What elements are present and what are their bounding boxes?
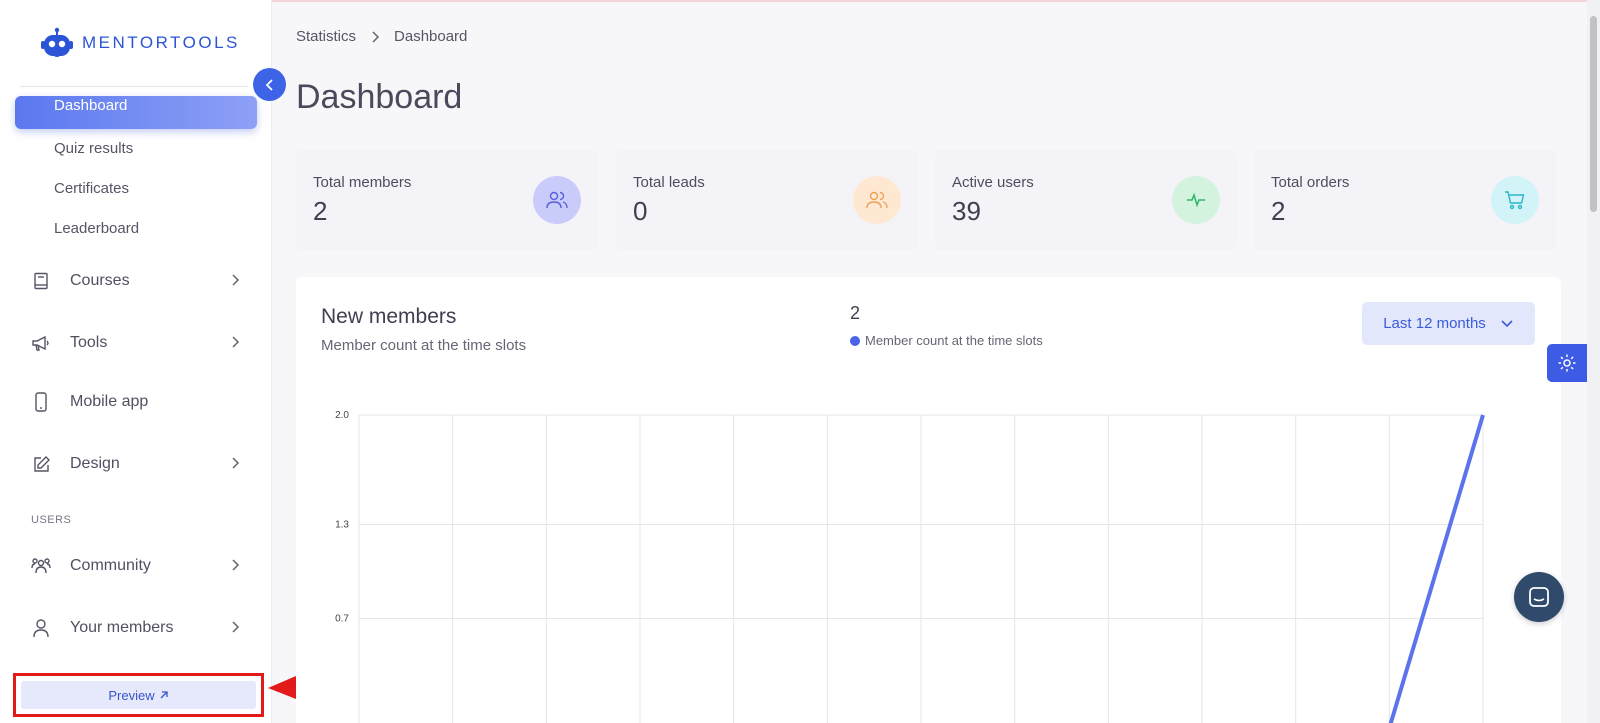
sidebar-item-mobile-app[interactable]: Mobile app bbox=[30, 389, 240, 415]
stat-label: Total orders bbox=[1271, 174, 1350, 191]
leads-icon bbox=[853, 176, 901, 224]
stat-value: 2 bbox=[313, 196, 328, 226]
chevron-right-icon bbox=[232, 336, 240, 348]
stat-label: Active users bbox=[952, 174, 1034, 191]
activity-icon bbox=[1172, 176, 1220, 224]
preview-highlight: Preview bbox=[13, 673, 264, 717]
brand-name: MENTORTOOLS bbox=[82, 33, 240, 52]
megaphone-icon bbox=[30, 332, 52, 354]
section-label-users: USERS bbox=[31, 514, 72, 526]
chevron-right-icon bbox=[232, 621, 240, 633]
sidebar-item-label: Design bbox=[70, 455, 120, 472]
sidebar-item-label: Your members bbox=[70, 619, 174, 636]
stat-card-total-orders: Total orders 2 bbox=[1254, 150, 1556, 250]
new-members-chart: 2.0 1.3 0.7 bbox=[335, 410, 1485, 723]
stat-card-total-members: Total members 2 bbox=[296, 150, 598, 250]
sidebar-item-label: Community bbox=[70, 557, 151, 574]
sidebar-item-label: Courses bbox=[70, 272, 130, 289]
chat-icon bbox=[1529, 587, 1549, 607]
stat-value: 2 bbox=[1271, 196, 1286, 226]
new-members-card: New members Member count at the time slo… bbox=[296, 277, 1561, 723]
page-title: Dashboard bbox=[296, 78, 463, 116]
page-scrollbar[interactable] bbox=[1587, 0, 1600, 723]
robot-logo-icon bbox=[41, 27, 73, 57]
stat-card-total-leads: Total leads 0 bbox=[616, 150, 918, 250]
sidebar-item-tools[interactable]: Tools bbox=[30, 330, 240, 356]
user-icon bbox=[30, 617, 52, 639]
collapse-sidebar-button[interactable] bbox=[253, 68, 286, 101]
cart-icon bbox=[1491, 176, 1539, 224]
sidebar-item-courses[interactable]: Courses bbox=[30, 268, 240, 294]
breadcrumb-dashboard: Dashboard bbox=[394, 28, 468, 45]
y-tick-label: 2.0 bbox=[335, 410, 349, 421]
sidebar-item-your-members[interactable]: Your members bbox=[30, 615, 240, 641]
sidebar-item-leaderboard[interactable]: Leaderboard bbox=[54, 220, 139, 237]
stat-value: 39 bbox=[952, 196, 981, 226]
sidebar: MENTORTOOLS Dashboard Quiz results Certi… bbox=[0, 0, 272, 723]
sidebar-item-label: Dashboard bbox=[54, 97, 128, 114]
pencil-icon bbox=[30, 453, 52, 475]
community-icon bbox=[30, 555, 52, 577]
logo-divider bbox=[20, 86, 248, 87]
sidebar-item-quiz-results[interactable]: Quiz results bbox=[54, 140, 133, 157]
y-tick-label: 0.7 bbox=[335, 613, 349, 624]
settings-button[interactable] bbox=[1547, 344, 1587, 382]
sidebar-item-label: Mobile app bbox=[70, 393, 149, 410]
external-link-icon bbox=[160, 691, 168, 699]
users-icon bbox=[533, 176, 581, 224]
sidebar-item-certificates[interactable]: Certificates bbox=[54, 180, 129, 197]
breadcrumb-statistics[interactable]: Statistics bbox=[296, 28, 356, 45]
sidebar-item-community[interactable]: Community bbox=[30, 553, 240, 579]
chat-button[interactable] bbox=[1514, 572, 1564, 622]
breadcrumb: Statistics Dashboard bbox=[296, 28, 467, 45]
chevron-right-icon bbox=[232, 274, 240, 286]
book-icon bbox=[30, 270, 52, 292]
chevron-right-icon bbox=[232, 457, 240, 469]
chevron-right-icon bbox=[372, 30, 380, 43]
preview-button[interactable]: Preview bbox=[21, 681, 256, 709]
sidebar-item-label: Tools bbox=[70, 334, 108, 351]
stat-card-active-users: Active users 39 bbox=[935, 150, 1237, 250]
scrollbar-thumb[interactable] bbox=[1590, 16, 1597, 212]
chevron-right-icon bbox=[232, 559, 240, 571]
stat-value: 0 bbox=[633, 196, 648, 226]
chevron-left-icon bbox=[265, 78, 273, 91]
preview-label: Preview bbox=[108, 687, 155, 703]
stat-label: Total members bbox=[313, 174, 412, 191]
sidebar-item-dashboard[interactable]: Dashboard bbox=[15, 96, 257, 129]
phone-icon bbox=[30, 391, 52, 413]
stat-label: Total leads bbox=[633, 174, 705, 191]
y-tick-label: 1.3 bbox=[335, 520, 349, 531]
sidebar-item-design[interactable]: Design bbox=[30, 451, 240, 477]
gear-icon bbox=[1558, 354, 1576, 372]
brand-logo[interactable]: MENTORTOOLS bbox=[40, 26, 240, 60]
